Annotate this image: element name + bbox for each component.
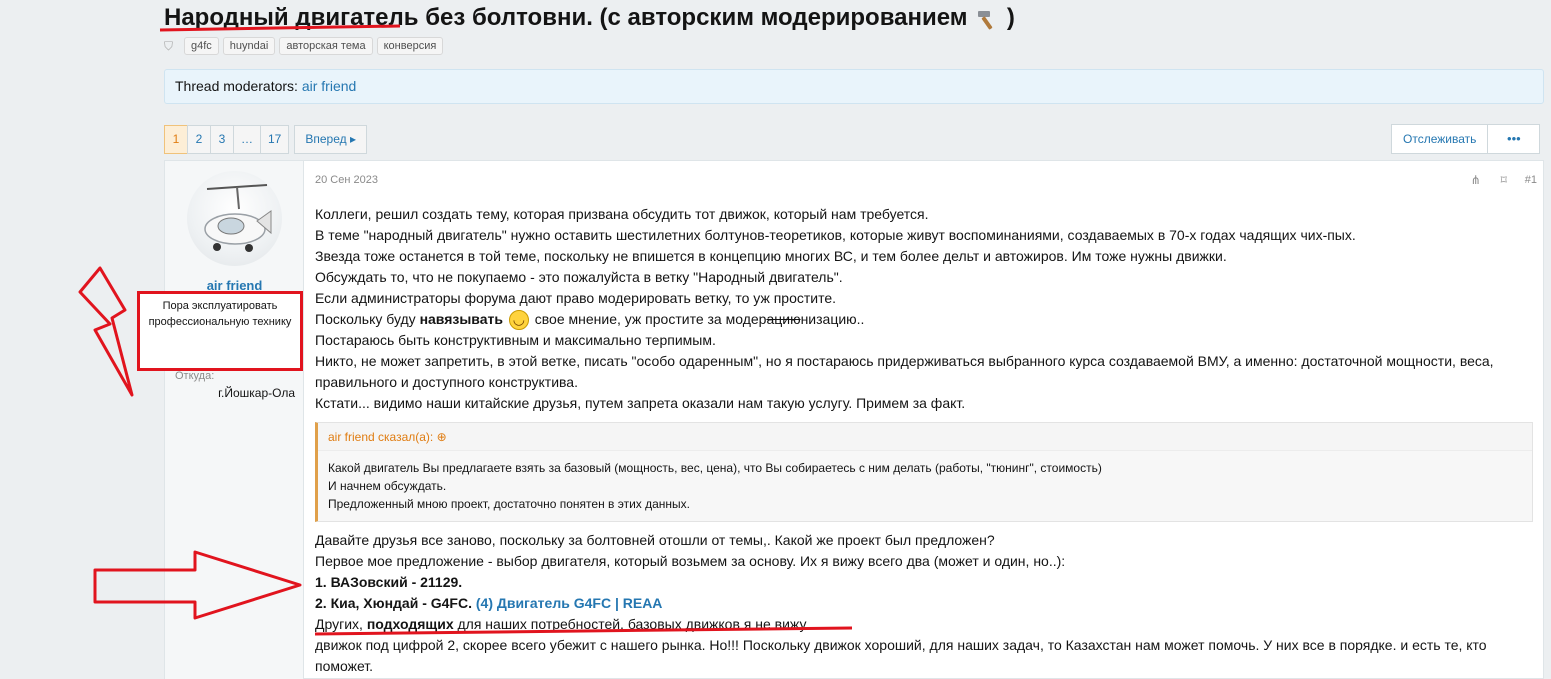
bold-fragment: навязывать — [419, 311, 503, 327]
from-label: Откуда: — [175, 370, 215, 382]
tag[interactable]: huyndai — [222, 37, 276, 55]
text-fragment: низацию.. — [800, 311, 865, 327]
moderator-link[interactable]: air friend — [302, 78, 356, 94]
title-close-paren: ) — [1006, 4, 1015, 31]
quote-line: И начнем обсуждать. — [328, 479, 447, 494]
smile-icon: ◡ — [508, 310, 529, 331]
option-2: 2. Киа, Хюндай - G4FC. — [315, 595, 472, 612]
gyroplane-image — [204, 184, 272, 252]
text-line: Обсуждать то, что не покупаемо - это пож… — [315, 269, 843, 285]
text-line: Постараюсь быть конструктивным и максима… — [315, 332, 716, 349]
text-line: Никто, не может запретить, в этой ветке,… — [315, 353, 1494, 391]
text-fragment: для наших потребностей, базовых движков … — [453, 616, 809, 633]
text-line: движок под цифрой 2, скорее всего убежит… — [315, 637, 1487, 675]
g4fc-link[interactable]: (4) Двигатель G4FC | REAA — [476, 595, 663, 611]
bold-fragment: подходящих — [366, 616, 454, 633]
tag-list: ⛉ g4fc huyndai авторская тема конверсия — [164, 37, 444, 55]
option-1: 1. ВАЗовский - 21129. — [315, 574, 463, 591]
moderators-notice: Thread moderators: air friend — [164, 69, 1544, 104]
thread-actions: Отслеживать ••• — [1391, 124, 1541, 154]
user-title: Пора эксплуатировать профессиональную те… — [137, 291, 303, 371]
page-3[interactable]: 3 — [210, 125, 234, 154]
text-line: Коллеги, решил создать тему, которая при… — [315, 206, 929, 222]
text-line: 2. Киа, Хюндай - G4FC. (4) Двигатель G4F… — [315, 593, 1537, 614]
page-ellipsis[interactable]: … — [233, 125, 261, 154]
moderators-label: Thread moderators: — [175, 78, 298, 94]
lightning-mark — [78, 266, 134, 397]
next-page-button[interactable]: Вперед ▸ — [294, 125, 367, 154]
text-fragment: Поскольку буду — [315, 311, 420, 327]
tag[interactable]: конверсия — [376, 37, 444, 55]
text-line: Звезда тоже останется в той теме, поскол… — [315, 248, 1227, 264]
hammer-icon — [974, 8, 1000, 30]
strike-fragment: ацию — [766, 311, 801, 327]
text-line: Если администраторы форума дают право мо… — [315, 290, 837, 306]
page-1[interactable]: 1 — [164, 125, 188, 154]
tag[interactable]: g4fc — [184, 37, 219, 55]
quote-line: Предложенный мною проект, достаточно пон… — [328, 497, 691, 512]
text-line: 1. ВАЗовский - 21129. — [315, 572, 1537, 593]
text-fragment: Других, — [315, 616, 367, 633]
text-line: Первое мое предложение - выбор двигателя… — [315, 553, 1066, 570]
text-line: Давайте друзья все заново, поскольку за … — [315, 532, 995, 549]
avatar[interactable] — [187, 171, 282, 266]
thread-title-text: Народный двигатель без болтовни. (с авто… — [164, 4, 968, 31]
quote-block: air friend сказал(а): ⊕ Какой двигатель … — [315, 422, 1533, 523]
quote-header[interactable]: air friend сказал(а): ⊕ — [318, 423, 1532, 452]
text-fragment: свое мнение, уж простите за модер — [530, 311, 767, 327]
post-date[interactable]: 20 Сен 2023 — [315, 174, 378, 186]
thread-title: Народный двигатель без болтовни. (с авто… — [164, 4, 1015, 32]
text-line: Кстати... видимо наши китайские друзья, … — [315, 395, 966, 412]
text-line: В теме "народный двигатель" нужно остави… — [315, 227, 1356, 243]
pagination: 1 2 3 … 17 Вперед ▸ — [164, 125, 367, 154]
page-17[interactable]: 17 — [260, 125, 290, 154]
tag[interactable]: авторская тема — [279, 37, 373, 55]
tag-icon: ⛉ — [164, 39, 174, 53]
page-2[interactable]: 2 — [187, 125, 211, 154]
post-number[interactable]: #1 — [1525, 174, 1537, 186]
more-button[interactable]: ••• — [1488, 124, 1541, 154]
post: air friend Пора эксплуатировать професси… — [137, 160, 1544, 679]
watch-button[interactable]: Отслеживать — [1391, 124, 1489, 154]
from-value: г.Йошкар-Ола — [218, 386, 295, 400]
post-body: Коллеги, решил создать тему, которая при… — [315, 204, 1537, 677]
share-icon[interactable]: ⋔ — [1469, 173, 1483, 187]
quote-line: Какой двигатель Вы предлагаете взять за … — [328, 461, 1102, 476]
text-line: Других, подходящих для наших потребносте… — [315, 614, 1537, 635]
text-line: Поскольку буду навязывать ◡ свое мнение,… — [315, 309, 1537, 331]
quote-body: Какой двигатель Вы предлагаете взять за … — [318, 451, 1532, 521]
user-panel: air friend Пора эксплуатировать професси… — [137, 161, 304, 679]
bookmark-icon[interactable]: ⌑ — [1497, 173, 1511, 187]
post-tools: ⋔ ⌑ #1 — [1469, 173, 1537, 187]
